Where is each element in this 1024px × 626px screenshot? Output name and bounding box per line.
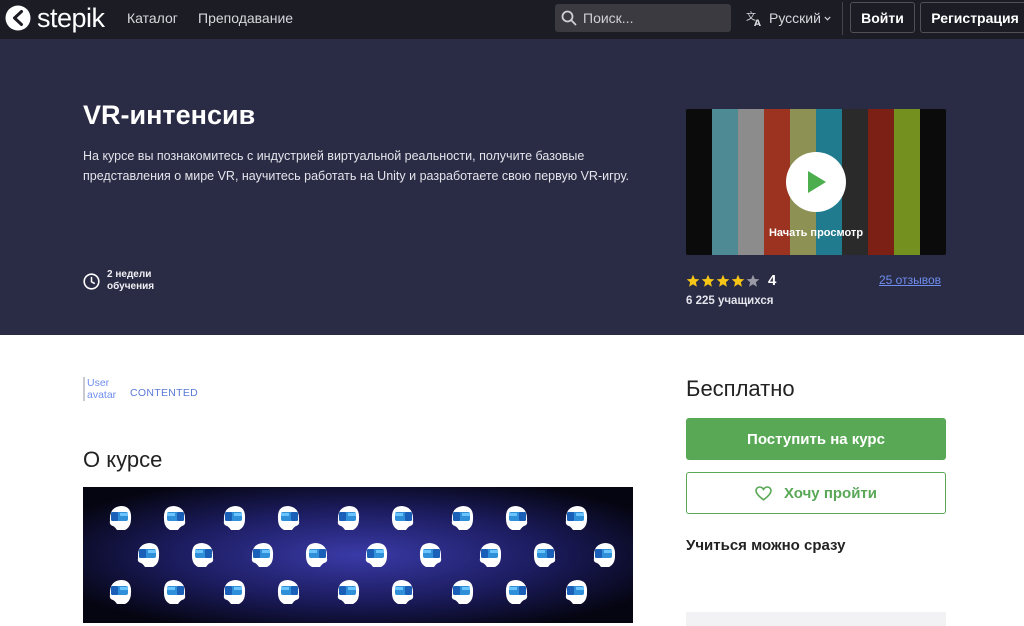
course-title: VR-интенсив	[83, 100, 256, 130]
register-button[interactable]: Регистрация	[920, 2, 1024, 33]
start-viewing-label: Начать просмотр	[768, 227, 864, 239]
svg-text:A: A	[754, 19, 761, 27]
about-course-heading: О курсе	[83, 447, 163, 472]
rating-stars	[686, 274, 761, 288]
rating-value: 4	[768, 272, 777, 289]
start-immediately-text: Учиться можно сразу	[686, 537, 846, 554]
author-name[interactable]: CONTENTED	[130, 387, 198, 399]
duration-text: 2 недели обучения	[107, 269, 155, 292]
star-icon	[716, 274, 730, 287]
course-author[interactable]: User avatar CONTENTED	[83, 377, 198, 401]
search-icon	[561, 10, 577, 26]
star-icon	[746, 274, 760, 287]
translate-icon: 文 A	[746, 10, 761, 27]
sidebar-info-panel	[686, 612, 946, 626]
login-button[interactable]: Войти	[850, 2, 915, 33]
language-selector[interactable]: 文 A Русский	[746, 9, 831, 27]
play-button[interactable]	[786, 152, 846, 212]
star-icon	[701, 274, 715, 287]
avatar[interactable]: User avatar	[83, 377, 123, 401]
wishlist-button[interactable]: Хочу пройти	[686, 472, 946, 514]
course-hero: VR-интенсив На курсе вы познакомитесь с …	[0, 39, 1024, 335]
nav-catalog-link[interactable]: Каталог	[127, 10, 178, 26]
clock-icon	[83, 272, 100, 290]
star-icon	[686, 274, 700, 287]
course-rating: 4	[686, 272, 776, 289]
top-navbar: stepik Каталог Преподавание 文 A Русский …	[0, 0, 1024, 39]
search-box[interactable]	[555, 4, 731, 32]
logo-text: stepik	[37, 3, 105, 33]
stepik-logo[interactable]: stepik	[5, 4, 105, 32]
wishlist-label: Хочу пройти	[784, 484, 877, 502]
language-label: Русский	[769, 10, 821, 26]
course-duration: 2 недели обучения	[83, 269, 177, 293]
promo-video[interactable]: Начать просмотр	[686, 109, 946, 255]
play-icon	[808, 171, 826, 193]
chevron-down-icon	[824, 16, 831, 21]
nav-teaching-link[interactable]: Преподавание	[198, 10, 293, 26]
course-description: На курсе вы познакомитесь с индустрией в…	[83, 149, 629, 183]
reviews-link[interactable]: 25 отзывов	[879, 273, 941, 287]
course-banner-image	[83, 487, 633, 623]
stepik-logo-icon	[5, 5, 31, 31]
learners-count: 6 225 учащихся	[686, 295, 774, 307]
heart-icon	[755, 485, 772, 501]
enroll-button[interactable]: Поступить на курс	[686, 418, 946, 460]
navbar-divider	[842, 2, 843, 35]
vr-headsets-illustration	[83, 487, 633, 623]
star-icon	[731, 274, 745, 287]
search-input[interactable]	[583, 10, 723, 26]
course-price: Бесплатно	[686, 376, 795, 401]
